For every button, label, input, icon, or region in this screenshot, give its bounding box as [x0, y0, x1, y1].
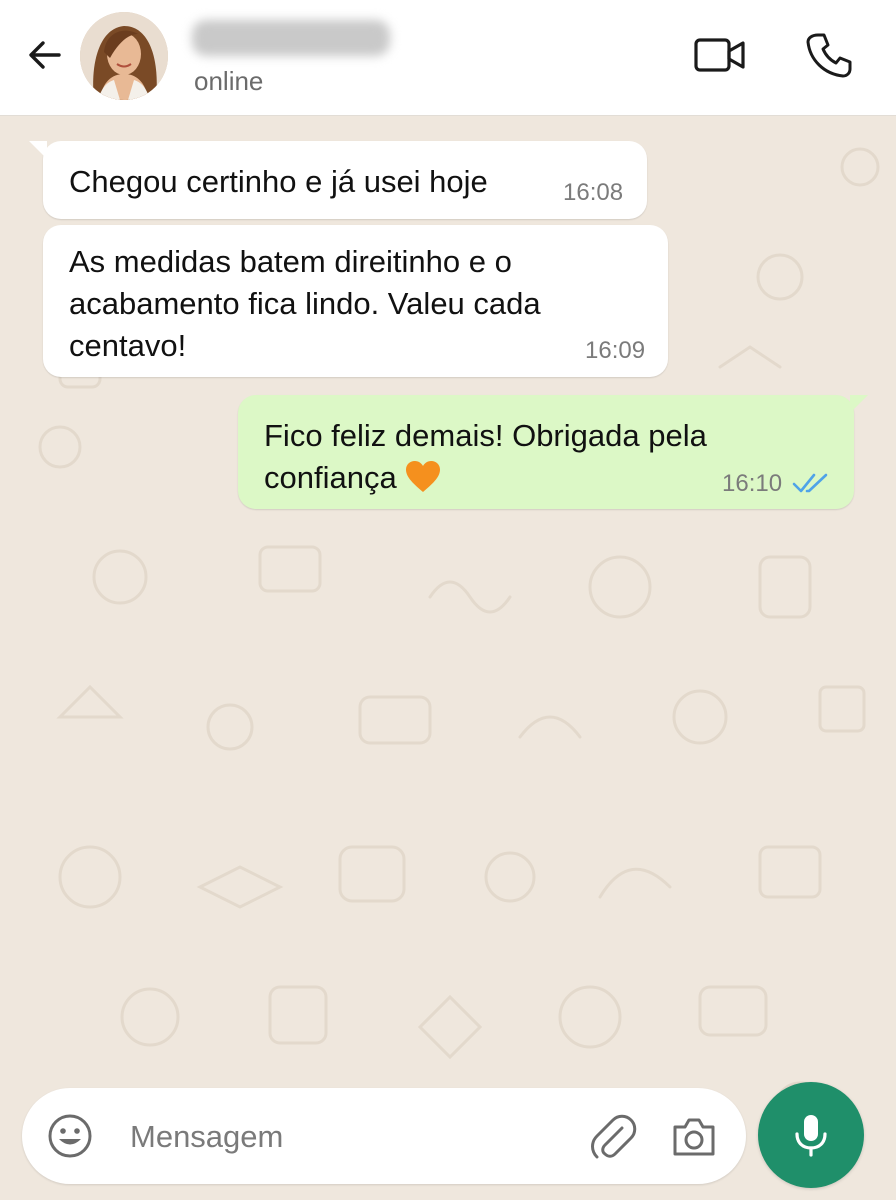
- contact-name-redacted: [192, 20, 390, 56]
- chat-area[interactable]: Chegou certinho e já usei hoje 16:08 As …: [0, 117, 896, 1200]
- message-time: 16:10: [722, 470, 783, 497]
- message-time: 16:08: [563, 179, 624, 206]
- message-bubble-incoming[interactable]: As medidas batem direitinho e o acabamen…: [43, 225, 668, 377]
- paperclip-icon: [591, 1114, 637, 1159]
- message-time: 16:09: [585, 337, 646, 364]
- message-input[interactable]: [130, 1112, 550, 1162]
- message-text: As medidas batem direitinho e o acabamen…: [69, 244, 541, 363]
- chat-header: online: [0, 0, 896, 116]
- avatar[interactable]: [80, 12, 168, 100]
- message-text-content: Fico feliz demais! Obrigada pela confian…: [264, 418, 707, 495]
- voice-call-button[interactable]: [800, 26, 858, 84]
- double-check-read-icon: [792, 473, 828, 493]
- emoji-icon: [48, 1114, 92, 1158]
- phone-icon: [806, 33, 852, 78]
- message-text: Fico feliz demais! Obrigada pela confian…: [264, 415, 784, 499]
- video-camera-icon: [694, 38, 745, 72]
- contact-photo: [80, 12, 168, 100]
- orange-heart-icon: [406, 461, 441, 492]
- message-composer: [22, 1088, 746, 1184]
- emoji-button[interactable]: [46, 1112, 94, 1160]
- message-bubble-outgoing[interactable]: Fico feliz demais! Obrigada pela confian…: [238, 395, 868, 509]
- message-bubble-incoming[interactable]: Chegou certinho e já usei hoje 16:08: [29, 141, 647, 219]
- camera-icon: [673, 1118, 715, 1156]
- voice-message-button[interactable]: [758, 1082, 864, 1188]
- contact-status: online: [194, 66, 264, 96]
- arrow-left-icon: [29, 41, 61, 69]
- microphone-icon: [795, 1115, 827, 1157]
- attach-button[interactable]: [588, 1112, 638, 1162]
- back-button[interactable]: [22, 32, 68, 78]
- video-call-button[interactable]: [690, 30, 750, 80]
- camera-button[interactable]: [670, 1114, 718, 1160]
- message-text: Chegou certinho e já usei hoje: [69, 164, 488, 199]
